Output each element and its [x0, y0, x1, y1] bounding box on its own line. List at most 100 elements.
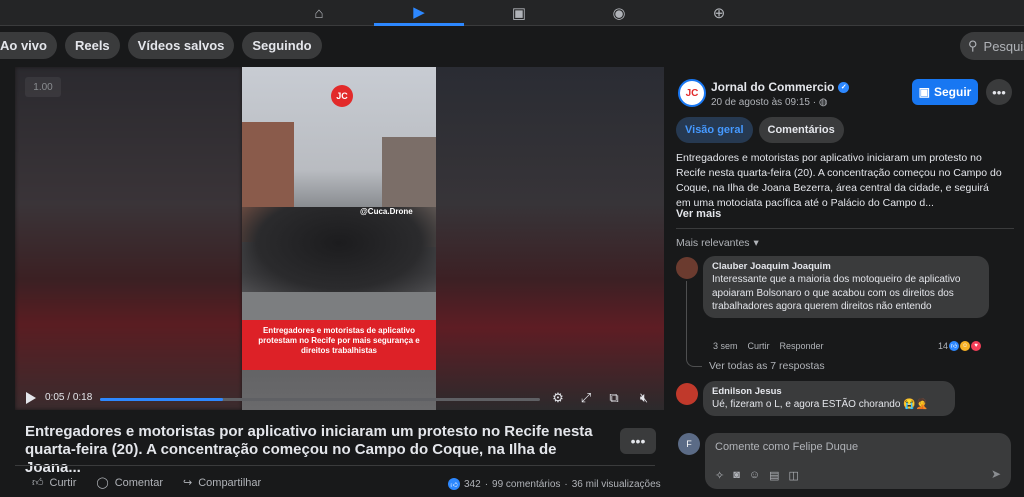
tab-comments[interactable]: Comentários — [758, 117, 844, 143]
comment-icon: ◯ — [96, 477, 109, 489]
view-count: 36 mil visualizações — [571, 478, 661, 490]
settings-icon[interactable]: ⚙ — [549, 389, 567, 407]
sticker-icon[interactable]: ✧ — [715, 469, 724, 482]
post-sticker-icon[interactable]: ◫ — [789, 469, 799, 482]
chip-following[interactable]: Seguindo — [242, 32, 322, 59]
follow-label: Seguir — [934, 85, 972, 99]
comment-label: Comentar — [114, 476, 163, 489]
reaction-count[interactable]: 342 — [464, 479, 481, 490]
current-time: 0:05 — [45, 392, 65, 403]
mute-icon[interactable]: 🔇︎ — [635, 389, 653, 407]
video-progress-bar[interactable] — [100, 398, 540, 401]
share-label: Compartilhar — [198, 476, 262, 489]
marketplace-icon[interactable]: ▣ — [474, 0, 564, 26]
composer-tools: ✧ ◙ ☺ ▤ ◫ — [715, 469, 799, 482]
watch-icon[interactable]: ▶ — [374, 0, 464, 26]
share-icon: ↪ — [183, 477, 193, 489]
commenter-name[interactable]: Clauber Joaquim Joaquim — [712, 260, 980, 273]
commenter-name[interactable]: Ednilson Jesus — [712, 385, 946, 398]
thread-line — [686, 281, 702, 367]
jc-logo: JC — [331, 85, 353, 107]
post-date: 20 de agosto às 09:15 · ◍ — [711, 97, 828, 108]
haha-reaction-icon: ☺ — [960, 341, 971, 351]
comment-reply-link[interactable]: Responder — [780, 341, 824, 351]
send-icon[interactable]: ➤ — [991, 467, 1001, 481]
page-name-row: Jornal do Commercio ✓ — [711, 80, 850, 94]
post-caption: Entregadores e motoristas por aplicativo… — [25, 423, 593, 476]
post-more-options-button[interactable]: ••• — [620, 428, 656, 454]
groups-icon[interactable]: ◉ — [574, 0, 664, 26]
see-more-link[interactable]: Ver mais — [676, 208, 721, 220]
home-icon[interactable]: ⌂ — [274, 0, 364, 26]
share-button[interactable]: ↪ Compartilhar — [183, 476, 262, 490]
follow-icon: ▣ — [918, 85, 930, 99]
post-date-text[interactable]: 20 de agosto às 09:15 · — [711, 97, 819, 108]
search-placeholder: Pesquisa — [983, 38, 1024, 54]
comment-meta: 3 sem Curtir Responder — [713, 341, 824, 351]
comment-time[interactable]: 3 sem — [713, 341, 738, 351]
comment-reaction-count: 14 — [938, 341, 949, 351]
post-actions: 👍︎ Curtir ◯ Comentar ↪ Compartilhar — [32, 476, 262, 490]
post-stats: 👍︎ 342 · 99 comentários · 36 mil visuali… — [448, 478, 661, 490]
time-separator: / — [64, 392, 73, 403]
video-filter-chips: Ao vivo Reels Vídeos salvos Seguindo — [0, 32, 322, 60]
comment-text: Ué, fizeram o L, e agora ESTÃO chorando … — [712, 399, 929, 410]
video-overlay-caption: Entregadores e motoristas de aplicativo … — [242, 320, 436, 370]
duration: 0:18 — [72, 392, 93, 403]
top-navigation: ⌂ ▶ ▣ ◉ ⊕ — [0, 0, 1024, 26]
avatar[interactable] — [676, 257, 698, 279]
comment-text: Interessante que a maioria dos motoqueir… — [712, 274, 961, 312]
globe-icon: ◍ — [818, 97, 828, 108]
comment-reactions[interactable]: 14 👍︎ ☺ ♥ — [938, 341, 982, 351]
chip-live[interactable]: Ao vivo — [0, 32, 57, 59]
panel-more-options-button[interactable]: ••• — [986, 79, 1012, 105]
search-icon: ⚲ — [968, 38, 978, 53]
like-button[interactable]: 👍︎ Curtir — [32, 476, 77, 490]
playback-speed-badge[interactable]: 1.00 — [25, 77, 61, 97]
follow-button[interactable]: ▣ Seguir — [912, 79, 978, 105]
expand-icon[interactable]: ⤢ — [577, 389, 595, 407]
comment-sort-label: Mais relevantes — [676, 237, 750, 249]
gif-icon[interactable]: ▤ — [769, 469, 779, 482]
divider — [15, 465, 655, 466]
view-replies-link[interactable]: Ver todas as 7 respostas — [709, 360, 825, 372]
search-box[interactable]: ⚲ Pesquisa — [960, 32, 1024, 60]
like-label: Curtir — [49, 476, 77, 489]
comment-composer[interactable]: Comente como Felipe Duque ✧ ◙ ☺ ▤ ◫ ➤ — [705, 433, 1011, 489]
like-reaction-icon: 👍︎ — [949, 341, 960, 351]
verified-badge-icon: ✓ — [838, 81, 850, 93]
miniplayer-icon[interactable]: ⧉ — [605, 389, 623, 407]
comment-bubble: Clauber Joaquim Joaquim Interessante que… — [703, 256, 989, 318]
play-icon[interactable] — [25, 391, 37, 405]
current-user-avatar[interactable]: F — [678, 433, 700, 455]
emoji-icon[interactable]: ☺ — [749, 469, 760, 482]
chip-saved-videos[interactable]: Vídeos salvos — [127, 32, 235, 59]
video-watermark: @Cuca.Drone — [360, 207, 413, 216]
comment-like-link[interactable]: Curtir — [748, 341, 770, 351]
stats-separator: · — [484, 478, 489, 490]
post-details-panel: JC Jornal do Commercio ✓ 20 de agosto às… — [668, 67, 1024, 497]
chip-reels[interactable]: Reels — [64, 32, 120, 59]
video-player[interactable]: JC @Cuca.Drone Entregadores e motoristas… — [15, 67, 664, 410]
comment-bubble: Ednilson Jesus Ué, fizeram o L, e agora … — [703, 381, 955, 416]
love-reaction-icon: ♥ — [971, 341, 982, 351]
chevron-down-icon: ▾ — [753, 237, 759, 249]
gaming-icon[interactable]: ⊕ — [674, 0, 764, 26]
page-avatar[interactable]: JC — [678, 79, 706, 107]
comment-input-placeholder: Comente como Felipe Duque — [715, 441, 859, 453]
post-description: Entregadores e motoristas por aplicativo… — [676, 152, 1002, 209]
video-blur-background-left — [15, 67, 242, 410]
page-name[interactable]: Jornal do Commercio — [711, 80, 834, 94]
thumbs-up-icon: 👍︎ — [32, 477, 44, 489]
tab-overview[interactable]: Visão geral — [676, 117, 753, 143]
avatar[interactable] — [676, 383, 698, 405]
comment-count[interactable]: 99 comentários — [492, 479, 560, 490]
comment-button[interactable]: ◯ Comentar — [96, 476, 163, 490]
panel-tabs: Visão geral Comentários — [676, 117, 844, 143]
like-reaction-icon: 👍︎ — [448, 478, 460, 490]
comment-sort-dropdown[interactable]: Mais relevantes ▾ — [676, 237, 759, 249]
video-progress-fill — [100, 398, 224, 401]
video-scene-riders — [242, 207, 436, 297]
camera-icon[interactable]: ◙ — [733, 469, 740, 482]
stats-separator: · — [564, 478, 568, 490]
